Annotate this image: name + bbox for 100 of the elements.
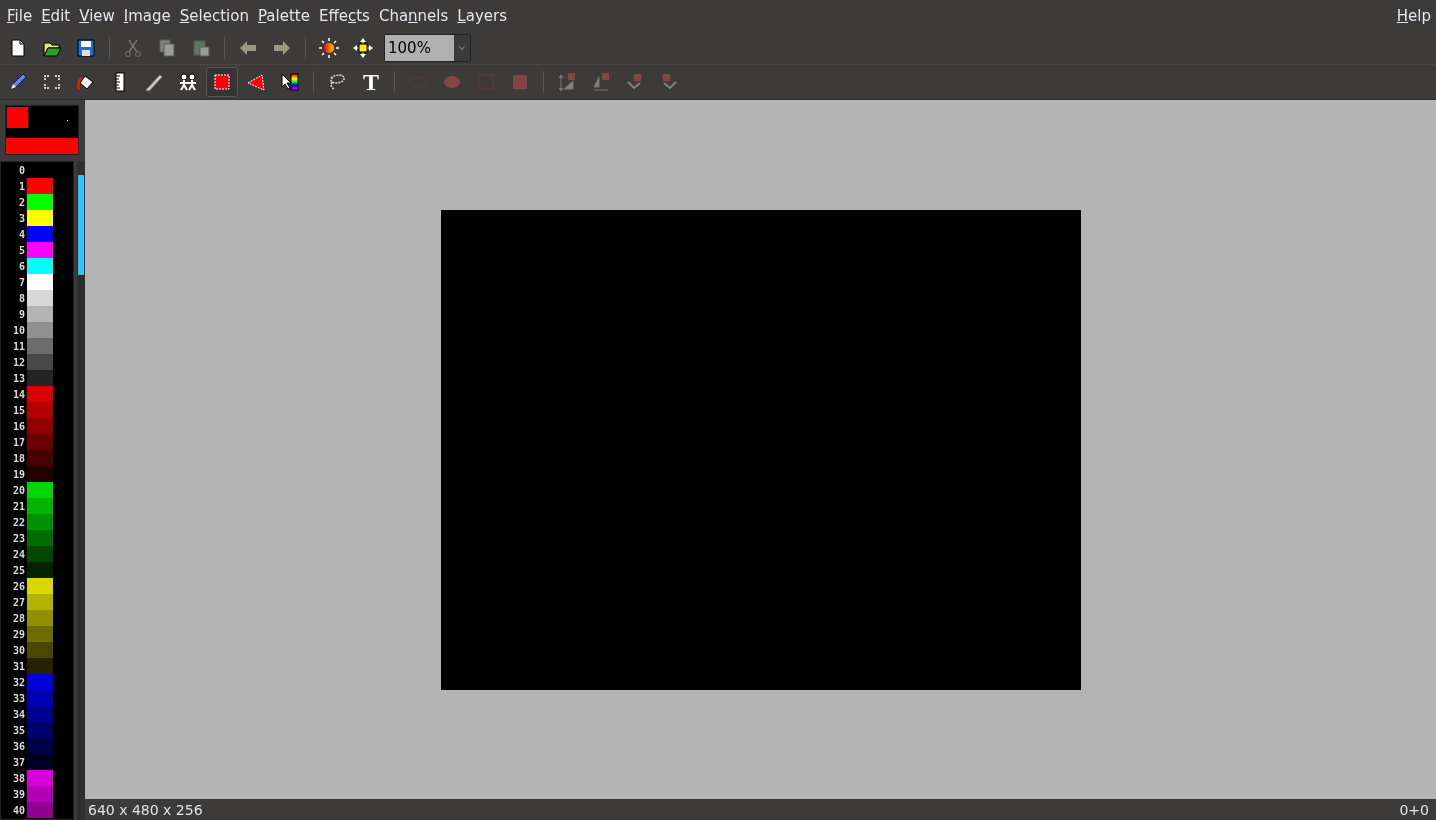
- palette-swatch[interactable]: [27, 530, 53, 546]
- palette-swatch[interactable]: [27, 578, 53, 594]
- cursor-position: 0+0: [1399, 801, 1429, 818]
- palette-swatch[interactable]: [27, 674, 53, 690]
- menu-item[interactable]: Help: [1392, 4, 1435, 27]
- palette-swatch[interactable]: [27, 642, 53, 658]
- scrollbar-thumb[interactable]: [78, 175, 84, 275]
- palette-swatch[interactable]: [27, 546, 53, 562]
- palette-index: 12: [11, 356, 26, 368]
- palette-index: 37: [11, 756, 26, 768]
- scrollbar[interactable]: [77, 161, 85, 820]
- menu-item[interactable]: Palette: [253, 4, 314, 27]
- palette-swatch[interactable]: [27, 626, 53, 642]
- palette-index: 3: [17, 212, 26, 224]
- palette-swatch[interactable]: [27, 786, 53, 802]
- palette-swatch[interactable]: [27, 370, 53, 386]
- palette-index: 30: [11, 644, 26, 656]
- palette-swatch[interactable]: [27, 226, 53, 242]
- zoom-combo[interactable]: 100%: [384, 33, 471, 62]
- palette-swatch[interactable]: [27, 450, 53, 466]
- palette-swatch[interactable]: [27, 210, 53, 226]
- palette-index: 36: [11, 740, 26, 752]
- palette-swatch[interactable]: [27, 562, 53, 578]
- palette-swatch[interactable]: [27, 722, 53, 738]
- palette-index: 4: [17, 228, 26, 240]
- palette-index: 16: [11, 420, 26, 432]
- palette-swatch[interactable]: [27, 194, 53, 210]
- palette-index: 21: [11, 500, 26, 512]
- palette-swatch[interactable]: [27, 306, 53, 322]
- menu-item[interactable]: Edit: [37, 4, 75, 27]
- palette-index: 23: [11, 532, 26, 544]
- palette-entry[interactable]: 0: [1, 162, 73, 178]
- palette-swatch[interactable]: [27, 274, 53, 290]
- flip-horizontal-icon: [591, 72, 611, 92]
- palette-swatch[interactable]: [27, 594, 53, 610]
- palette-swatch[interactable]: [27, 178, 53, 194]
- palette-index: 15: [11, 404, 26, 416]
- palette-swatch[interactable]: [27, 690, 53, 706]
- palette-swatch[interactable]: [27, 658, 53, 674]
- palette-swatch[interactable]: [27, 402, 53, 418]
- palette-swatch[interactable]: [27, 466, 53, 482]
- menu-item[interactable]: Layers: [453, 4, 511, 27]
- menu-item[interactable]: Channels: [374, 4, 453, 27]
- palette-swatch[interactable]: [27, 498, 53, 514]
- palette-index: 38: [11, 772, 26, 784]
- palette-index: 24: [11, 548, 26, 560]
- menu-item[interactable]: View: [75, 4, 119, 27]
- palette-swatch[interactable]: [27, 754, 53, 770]
- paste-icon: [191, 37, 211, 58]
- palette-index: 29: [11, 628, 26, 640]
- palette-swatch[interactable]: [27, 386, 53, 402]
- palette-index: 13: [11, 372, 26, 384]
- rectangle-select-icon: [212, 72, 232, 92]
- palette-index: 10: [11, 324, 26, 336]
- foreground-color-swatch[interactable]: [7, 107, 28, 128]
- palette-swatch[interactable]: [27, 322, 53, 338]
- palette-index: 32: [11, 676, 26, 688]
- palette-swatch[interactable]: [27, 354, 53, 370]
- sun-icon: [319, 37, 339, 58]
- palette-swatch[interactable]: [27, 338, 53, 354]
- scissors-icon: [123, 37, 143, 58]
- palette-index: 27: [11, 596, 26, 608]
- menu-item[interactable]: Image: [119, 4, 175, 27]
- palette-index: 11: [11, 340, 26, 352]
- menu-item[interactable]: File: [3, 4, 37, 27]
- rectangle-outline-icon: [476, 72, 496, 92]
- airbrush-stroke-icon: [144, 72, 164, 92]
- image-canvas[interactable]: [440, 209, 1081, 690]
- palette-index: 2: [17, 196, 26, 208]
- palette-index: 14: [11, 388, 26, 400]
- palette-swatch[interactable]: [27, 738, 53, 754]
- palette-index: 1: [17, 180, 26, 192]
- palette-swatch[interactable]: [27, 290, 53, 306]
- people-icon: [178, 72, 198, 92]
- palette-swatch[interactable]: [27, 610, 53, 626]
- palette-swatch[interactable]: [27, 418, 53, 434]
- palette-swatch[interactable]: [27, 514, 53, 530]
- palette-index: 9: [17, 308, 26, 320]
- triangle-icon: [246, 72, 266, 92]
- palette-index: 25: [11, 564, 26, 576]
- palette-swatch[interactable]: [27, 482, 53, 498]
- palette-swatch[interactable]: [27, 770, 53, 786]
- palette-swatch[interactable]: [27, 258, 53, 274]
- palette-index: 39: [11, 788, 26, 800]
- menu-item[interactable]: Selection: [175, 4, 253, 27]
- palette-index: 31: [11, 660, 26, 672]
- palette-index: 6: [17, 260, 26, 272]
- dashed-corners-icon: [42, 72, 62, 92]
- palette-index: 0: [17, 164, 26, 176]
- palette-swatch[interactable]: [27, 802, 53, 818]
- palette-swatch[interactable]: [27, 242, 53, 258]
- menu-item[interactable]: Effects: [314, 4, 374, 27]
- palette-index: 40: [11, 804, 26, 816]
- pattern-swatch[interactable]: [6, 138, 78, 154]
- palette-index: 7: [17, 276, 26, 288]
- palette-index: 28: [11, 612, 26, 624]
- copy-icon: [157, 37, 177, 58]
- palette-swatch[interactable]: [27, 706, 53, 722]
- text-tool-button[interactable]: T: [355, 67, 387, 97]
- palette-swatch[interactable]: [27, 434, 53, 450]
